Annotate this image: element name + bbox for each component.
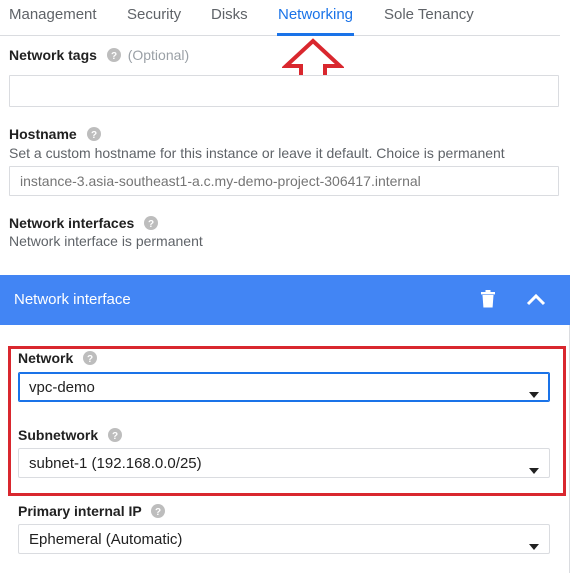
hostname-description: Set a custom hostname for this instance … (9, 145, 505, 161)
help-icon[interactable]: ? (106, 48, 121, 65)
optional-hint: (Optional) (127, 47, 190, 63)
svg-text:?: ? (87, 354, 93, 365)
network-interfaces-label: Network interfaces (9, 215, 135, 231)
hostname-label: Hostname (9, 126, 77, 142)
subnetwork-select-value: subnet-1 (192.168.0.0/25) (29, 455, 202, 472)
help-icon[interactable]: ? (144, 216, 159, 233)
help-icon[interactable]: ? (108, 428, 123, 445)
primary-ip-select[interactable]: Ephemeral (Automatic) (18, 524, 550, 554)
help-icon[interactable]: ? (83, 351, 98, 368)
primary-ip-label: Primary internal IP (18, 503, 142, 519)
svg-text:?: ? (155, 507, 161, 518)
subnetwork-label: Subnetwork (18, 427, 99, 443)
hostname-field[interactable] (9, 166, 559, 196)
tab-disks[interactable]: Disks (211, 6, 248, 23)
svg-text:?: ? (148, 219, 154, 230)
network-label: Network (18, 350, 74, 366)
subnetwork-label-row: Subnetwork ? (18, 427, 123, 445)
caret-down-icon (529, 461, 539, 479)
svg-text:?: ? (112, 431, 118, 442)
hostname-input[interactable] (10, 167, 558, 195)
network-interfaces-label-row: Network interfaces ? (9, 215, 159, 233)
tab-sole-tenancy[interactable]: Sole Tenancy (384, 6, 474, 23)
primary-ip-label-row: Primary internal IP ? (18, 503, 166, 521)
trash-icon[interactable] (480, 290, 496, 313)
tab-bar: Management Security Disks Networking Sol… (0, 0, 560, 36)
svg-text:?: ? (111, 51, 117, 62)
network-tags-input[interactable] (10, 76, 558, 106)
caret-down-icon (529, 385, 539, 403)
network-select[interactable]: vpc-demo (18, 372, 550, 402)
active-tab-indicator (277, 33, 354, 36)
network-interface-title: Network interface (14, 291, 131, 308)
network-tags-label-row: Network tags ? (Optional) (9, 47, 189, 65)
tab-management[interactable]: Management (9, 6, 97, 23)
network-tags-label: Network tags (9, 47, 97, 63)
hostname-label-row: Hostname ? (9, 126, 101, 144)
caret-down-icon (529, 537, 539, 555)
help-icon[interactable]: ? (86, 127, 101, 144)
network-interface-header[interactable]: Network interface (0, 275, 570, 325)
network-tags-field[interactable] (9, 75, 559, 107)
network-interfaces-description: Network interface is permanent (9, 233, 203, 249)
tab-security[interactable]: Security (127, 6, 181, 23)
tab-networking[interactable]: Networking (278, 6, 353, 23)
primary-ip-select-value: Ephemeral (Automatic) (29, 531, 183, 548)
network-label-row: Network ? (18, 350, 98, 368)
subnetwork-select[interactable]: subnet-1 (192.168.0.0/25) (18, 448, 550, 478)
help-icon[interactable]: ? (151, 504, 166, 521)
svg-text:?: ? (91, 130, 97, 141)
chevron-up-icon[interactable] (526, 292, 546, 311)
network-select-value: vpc-demo (29, 379, 95, 396)
